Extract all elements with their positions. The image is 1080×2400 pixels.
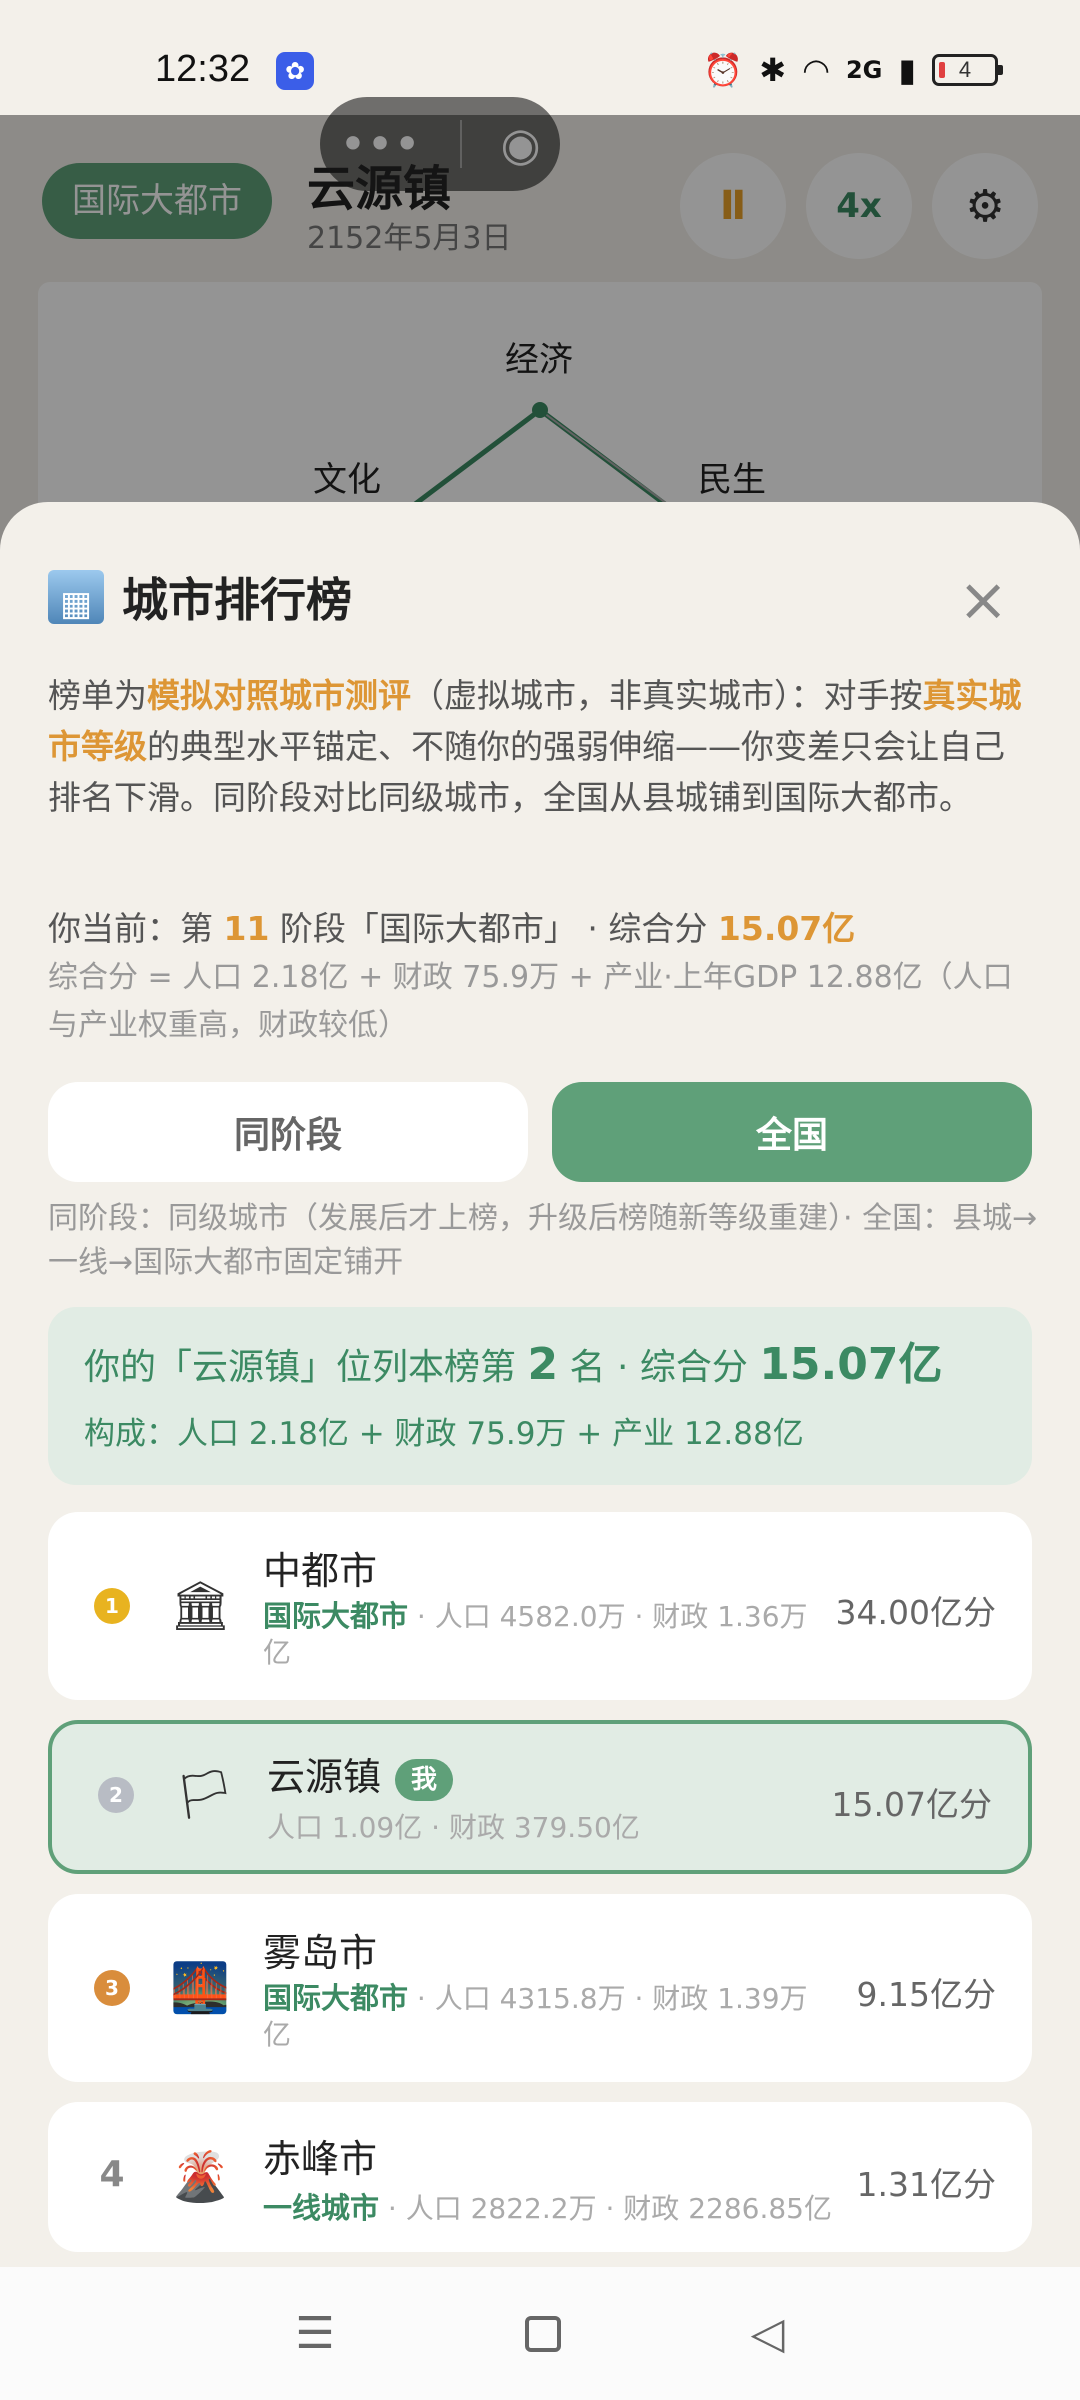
- silver-medal-icon: 2: [98, 1777, 134, 1813]
- current-text: 你当前：第: [48, 909, 224, 948]
- current-text: 阶段「国际大都市」 · 综合分: [269, 909, 718, 948]
- score-composition: 构成：人口 2.18亿 + 财政 75.9万 + 产业 12.88亿: [84, 1416, 804, 1452]
- ranking-score: 15.07亿分: [831, 1785, 992, 1824]
- my-rank-number: 2: [527, 1339, 559, 1390]
- status-time: 12:32: [155, 48, 251, 90]
- ranking-city-name: 雾岛市: [263, 1931, 378, 1975]
- cityscape-icon: ▦: [48, 570, 104, 624]
- battery-icon: 4: [932, 54, 1003, 86]
- current-score: 15.07亿: [717, 909, 856, 948]
- ranking-score: 9.15亿分: [856, 1975, 996, 2014]
- ranking-city-name: 云源镇我: [267, 1746, 454, 1801]
- ranking-city-meta: 人口 1.09亿 · 财政 379.50亿: [267, 1811, 640, 1844]
- close-icon: ×: [958, 565, 1009, 635]
- intro-text: 的典型水平锚定、不随你的强弱伸缩——你变差只会让自己排名下滑。同阶段对比同级城市…: [48, 727, 1005, 817]
- back-icon[interactable]: ◁: [751, 2308, 785, 2359]
- intro-text: 榜单为: [48, 676, 147, 715]
- ranking-city-tier: 国际大都市: [263, 1599, 409, 1633]
- my-rank-line: 你的「云源镇」位列本榜第 2 名 · 综合分 15.07亿: [84, 1337, 996, 1396]
- ranking-sheet: ▦ 城市排行榜 × 榜单为模拟对照城市测评（虚拟城市，非真实城市）：对手按真实城…: [0, 502, 1080, 2267]
- ranking-row-me[interactable]: 2 🏳 云源镇我 人口 1.09亿 · 财政 379.50亿 15.07亿分: [48, 1720, 1032, 1874]
- app-notification-icon: ✿: [276, 52, 314, 90]
- rank-number: 4: [99, 2154, 125, 2195]
- sheet-title-text: 城市排行榜: [122, 573, 352, 627]
- signal-icon: 2G: [845, 56, 883, 84]
- my-rank-summary: 你的「云源镇」位列本榜第 2 名 · 综合分 15.07亿 构成：人口 2.18…: [48, 1307, 1032, 1485]
- summary-text: 你的「云源镇」位列本榜第: [84, 1347, 528, 1388]
- ranking-city-tier: 一线城市: [263, 2191, 380, 2225]
- current-stage-number: 11: [223, 909, 270, 948]
- gold-medal-icon: 1: [94, 1588, 130, 1624]
- ranking-city-meta: 国际大都市 · 人口 4315.8万 · 财政 1.39万亿: [263, 1980, 823, 2053]
- ranking-row[interactable]: 1 🏛 中都市 国际大都市 · 人口 4582.0万 · 财政 1.36万亿 3…: [48, 1512, 1032, 1700]
- ranking-city-name: 中都市: [263, 1549, 378, 1593]
- ranking-row[interactable]: 3 🌉 雾岛市 国际大都市 · 人口 4315.8万 · 财政 1.39万亿 9…: [48, 1894, 1032, 2082]
- summary-text: 名 · 综合分: [558, 1347, 760, 1388]
- status-bar: 12:32 ✿ ⏰ ✱ ◠ 2G ▮ 4: [0, 0, 1080, 115]
- ranking-city-tier: 国际大都市: [263, 1981, 409, 2015]
- ranking-intro: 榜单为模拟对照城市测评（虚拟城市，非真实城市）：对手按真实城市等级的典型水平锚定…: [48, 670, 1028, 823]
- alarm-icon: ⏰: [703, 51, 744, 89]
- ranking-row[interactable]: 4 🌋 赤峰市 一线城市 · 人口 2822.2万 · 财政 2286.85亿 …: [48, 2102, 1032, 2252]
- status-icons: ⏰ ✱ ◠ 2G ▮ 4: [703, 50, 1003, 90]
- bluetooth-icon: ✱: [759, 51, 787, 89]
- ranking-city-name-text: 云源镇: [267, 1755, 382, 1799]
- me-badge: 我: [395, 1758, 454, 1801]
- current-stage: 你当前：第 11 阶段「国际大都市」 · 综合分 15.07亿: [48, 902, 855, 950]
- tab-national[interactable]: 全国: [552, 1082, 1032, 1182]
- wifi-icon: ◠: [802, 51, 830, 89]
- ranking-city-meta: 一线城市 · 人口 2822.2万 · 财政 2286.85亿: [263, 2190, 863, 2227]
- volcano-icon: 🌋: [170, 2149, 230, 2205]
- home-icon[interactable]: [524, 2315, 561, 2352]
- ranking-city-stats: · 人口 2822.2万 · 财政 2286.85亿: [379, 2192, 832, 2225]
- intro-text: （虚拟城市，非真实城市）：对手按: [411, 676, 923, 715]
- sheet-title: ▦ 城市排行榜: [48, 564, 352, 630]
- menu-icon[interactable]: ☰: [295, 2308, 334, 2359]
- system-nav-bar: ☰ ◁: [0, 2267, 1080, 2400]
- ranking-city-meta: 国际大都市 · 人口 4582.0万 · 财政 1.36万亿: [263, 1598, 823, 1671]
- tab-description: 同阶段：同级城市（发展后才上榜，升级后榜随新等级重建）· 全国：县城→一线→国际…: [48, 1201, 1038, 1280]
- score-formula: 综合分 = 人口 2.18亿 + 财政 75.9万 + 产业·上年GDP 12.…: [48, 960, 1013, 1043]
- white-flag-icon: 🏳: [174, 1767, 235, 1823]
- close-button[interactable]: ×: [958, 570, 1008, 630]
- intro-highlight: 模拟对照城市测评: [147, 676, 411, 715]
- my-score: 15.07亿: [759, 1339, 943, 1390]
- ranking-tabs: 同阶段 全国: [48, 1082, 1032, 1182]
- tab-same-stage[interactable]: 同阶段: [48, 1082, 528, 1182]
- signal-bars-icon: ▮: [898, 51, 916, 89]
- ranking-score: 34.00亿分: [835, 1593, 996, 1632]
- bridge-icon: 🌉: [170, 1960, 230, 2016]
- classical-building-icon: 🏛: [170, 1578, 231, 1634]
- ranking-score: 1.31亿分: [856, 2165, 996, 2204]
- bronze-medal-icon: 3: [94, 1970, 130, 2006]
- ranking-city-name: 赤峰市: [263, 2137, 378, 2181]
